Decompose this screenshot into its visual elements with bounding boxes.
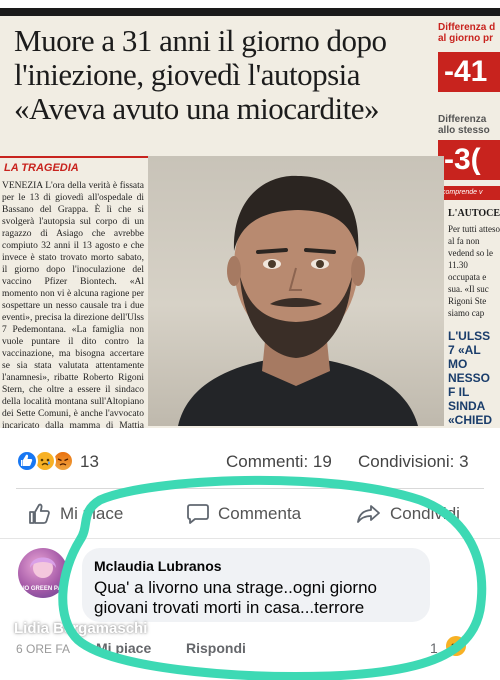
side-small-label: comprende v <box>438 186 500 200</box>
shares-count[interactable]: Condivisioni: 3 <box>358 452 469 472</box>
side-label-top: Differenza d al giorno pr <box>438 22 496 44</box>
article-body: VENEZIA L'ora della verità è fissata per… <box>2 181 144 428</box>
comment-bubble: Mclaudia Lubranos Qua' a livorno una str… <box>82 548 430 622</box>
comment-bubble-icon <box>187 504 209 524</box>
right-column-bold: L'ULSS 7 «AL MO NESSO F IL SINDA «CHIED <box>448 329 493 427</box>
thumbs-up-icon <box>29 503 50 524</box>
newspaper-clipping: Muore a 31 anni il giorno dopo l'iniezio… <box>0 8 500 428</box>
sad-reaction-icon <box>446 636 466 656</box>
comment-text: Qua' a livorno una strage..ogni giorno g… <box>94 578 377 617</box>
right-column-text: Per tutti atteso al fa non vedend so le … <box>448 224 500 318</box>
side-label-mid: Differenza allo stesso <box>438 114 490 136</box>
side-stats-box: Differenza d al giorno pr -41 Differenza… <box>438 18 500 208</box>
comments-count[interactable]: Commenti: 19 <box>226 452 332 472</box>
comment-author[interactable]: Mclaudia Lubranos <box>94 558 222 574</box>
headline-line: l'iniezione, giovedì l'autopsia <box>14 57 361 92</box>
share-button[interactable]: Condividi <box>356 500 460 528</box>
side-value-mid: -3( <box>438 140 500 180</box>
avatar-caption: NO GREEN PAS <box>20 586 66 592</box>
share-label: Condividi <box>390 504 460 523</box>
post-actions: Mi piace Commenta Condividi <box>0 490 500 536</box>
share-arrow-icon <box>357 505 380 523</box>
comment-label: Commenta <box>218 504 302 523</box>
portrait-photo <box>148 156 444 426</box>
headline-line: «Aveva avuto una miocardite» <box>14 91 380 126</box>
right-column-heading: L'AUTOCERT <box>448 208 500 219</box>
reaction-count[interactable]: 13 <box>80 452 99 472</box>
comment-like-button[interactable]: Mi piace <box>96 640 151 656</box>
newspaper-headline: Muore a 31 anni il giorno dopo l'iniezio… <box>14 24 434 126</box>
comment-button[interactable]: Commenta <box>186 500 301 528</box>
right-column: L'AUTOCERT Per tutti atteso al fa non ve… <box>448 208 500 428</box>
comment-reaction-count[interactable]: 1 <box>430 640 438 656</box>
divider <box>0 538 500 539</box>
post-stats-bar: 13 Commenti: 19 Condivisioni: 3 <box>0 438 500 484</box>
side-value-top: -41 <box>438 52 500 92</box>
comment-timestamp: 6 ORE FA <box>16 642 71 656</box>
headline-line: Muore a 31 anni il giorno dopo <box>14 23 387 58</box>
portrait-figure <box>178 175 418 426</box>
section-label: LA TRAGEDIA <box>4 162 79 174</box>
divider <box>16 488 484 489</box>
name-watermark: Lidia Bergamaschi <box>14 620 148 637</box>
like-reaction-icon[interactable] <box>16 450 38 472</box>
avatar[interactable]: NO GREEN PAS <box>18 548 68 598</box>
like-label: Mi piace <box>60 504 124 523</box>
comment-reply-button[interactable]: Rispondi <box>186 640 246 656</box>
top-bar <box>0 8 500 16</box>
like-button[interactable]: Mi piace <box>28 500 123 528</box>
